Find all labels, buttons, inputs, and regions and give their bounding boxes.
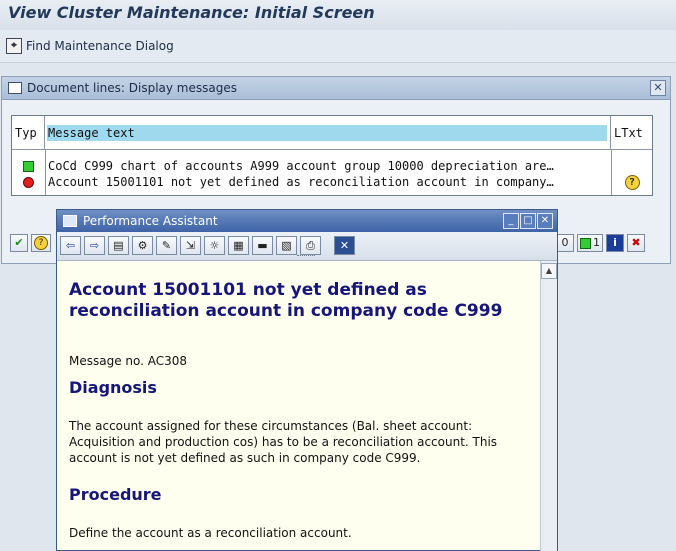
- messages-toolbar-right: 0 1 i ✖: [556, 234, 645, 254]
- diagnosis-heading: Diagnosis: [69, 378, 157, 397]
- green-led-icon: [580, 237, 591, 249]
- dialog-icon: [63, 215, 77, 227]
- close-icon[interactable]: ✕: [334, 236, 355, 255]
- column-header-typ[interactable]: Typ: [12, 116, 45, 149]
- find-maintenance-dialog-label: Find Maintenance Dialog: [26, 39, 174, 53]
- close-icon[interactable]: ✕: [650, 80, 666, 96]
- scroll-icon[interactable]: ⇲: [180, 236, 201, 255]
- find-icon: ⌖: [6, 38, 22, 54]
- message-number: Message no. AC308: [69, 354, 188, 368]
- long-text-cell[interactable]: ?: [612, 174, 652, 190]
- forward-icon[interactable]: ⇨: [84, 236, 105, 255]
- maximize-button[interactable]: □: [520, 213, 536, 229]
- count-filter-button[interactable]: 0: [556, 234, 574, 252]
- help-icon[interactable]: ?: [624, 174, 640, 190]
- messages-toolbar-left: ✔ ?: [10, 234, 51, 254]
- app-toolbar: ⌖ Find Maintenance Dialog: [0, 30, 676, 63]
- performance-assistant-title-bar[interactable]: Performance Assistant: [57, 210, 557, 232]
- messages-table: Typ Message text LTxt CoCd C999 chart of…: [11, 115, 653, 196]
- green-count-label: 1: [593, 236, 600, 249]
- row-type-cell: [12, 174, 45, 190]
- column-header-message-text-label: Message text: [48, 125, 135, 140]
- print-icon[interactable]: ⎙: [300, 236, 321, 255]
- message-heading: Account 15001101 not yet defined as reco…: [69, 280, 503, 321]
- table-icon[interactable]: ▦: [228, 236, 249, 255]
- row-type-cell: [12, 158, 45, 174]
- help-button[interactable]: ?: [31, 234, 51, 252]
- info-button[interactable]: i: [606, 234, 624, 252]
- count-label: 0: [561, 236, 569, 249]
- check-icon[interactable]: ✔: [10, 234, 28, 252]
- table-row[interactable]: Account 15001101 not yet defined as reco…: [12, 174, 652, 190]
- vertical-scrollbar[interactable]: ▲: [540, 261, 557, 551]
- find-maintenance-dialog-button[interactable]: ⌖ Find Maintenance Dialog: [6, 37, 174, 55]
- resize-grip[interactable]: [297, 255, 315, 259]
- dialog-icon: [8, 82, 22, 94]
- scroll-up-icon[interactable]: ▲: [541, 263, 557, 279]
- window-title: View Cluster Maintenance: Initial Screen: [8, 3, 375, 22]
- diagnosis-text: The account assigned for these circumsta…: [69, 419, 498, 465]
- book-icon[interactable]: ▤: [108, 236, 129, 255]
- message-text-cell: Account 15001101 not yet defined as reco…: [48, 175, 554, 189]
- messages-dialog-title-bar: Document lines: Display messages: [2, 77, 670, 100]
- messages-dialog-title: Document lines: Display messages: [27, 81, 237, 95]
- minimize-button[interactable]: _: [503, 213, 519, 229]
- help-icon: ?: [34, 236, 48, 250]
- performance-assistant-title: Performance Assistant: [83, 214, 218, 228]
- toolbar-buttons: ⇦ ⇨ ▤ ⚙ ✎ ⇲ ☼ ▦ ▬ ▧ ⎙ ✕: [60, 236, 355, 255]
- red-led-icon: [23, 176, 34, 188]
- column-header-ltxt[interactable]: LTxt: [611, 116, 652, 149]
- performance-assistant-window: Performance Assistant _ □ ✕ ⇦ ⇨ ▤ ⚙ ✎ ⇲ …: [56, 209, 558, 551]
- fields-icon[interactable]: ▬: [252, 236, 273, 255]
- column-header-message-text[interactable]: Message text: [45, 116, 611, 149]
- performance-assistant-toolbar: ⇦ ⇨ ▤ ⚙ ✎ ⇲ ☼ ▦ ▬ ▧ ⎙ ✕: [57, 232, 557, 261]
- green-led-icon: [23, 160, 34, 172]
- cancel-button[interactable]: ✖: [627, 234, 645, 252]
- green-filter-button[interactable]: 1: [577, 234, 603, 252]
- close-window-button[interactable]: ✕: [537, 213, 553, 229]
- procedure-heading: Procedure: [69, 485, 162, 504]
- procedure-text: Define the account as a reconciliation a…: [69, 526, 352, 540]
- table-header: Typ Message text LTxt: [12, 116, 652, 150]
- back-icon[interactable]: ⇦: [60, 236, 81, 255]
- long-text-cell: [612, 158, 652, 174]
- table-row[interactable]: CoCd C999 chart of accounts A999 account…: [12, 158, 652, 174]
- title-bar: View Cluster Maintenance: Initial Screen: [0, 0, 676, 30]
- message-text-cell: CoCd C999 chart of accounts A999 account…: [48, 159, 554, 173]
- settings-icon[interactable]: ☼: [204, 236, 225, 255]
- print-preview-icon[interactable]: ▧: [276, 236, 297, 255]
- technical-info-icon[interactable]: ⚙: [132, 236, 153, 255]
- performance-assistant-content: Account 15001101 not yet defined as reco…: [57, 261, 539, 551]
- edit-icon[interactable]: ✎: [156, 236, 177, 255]
